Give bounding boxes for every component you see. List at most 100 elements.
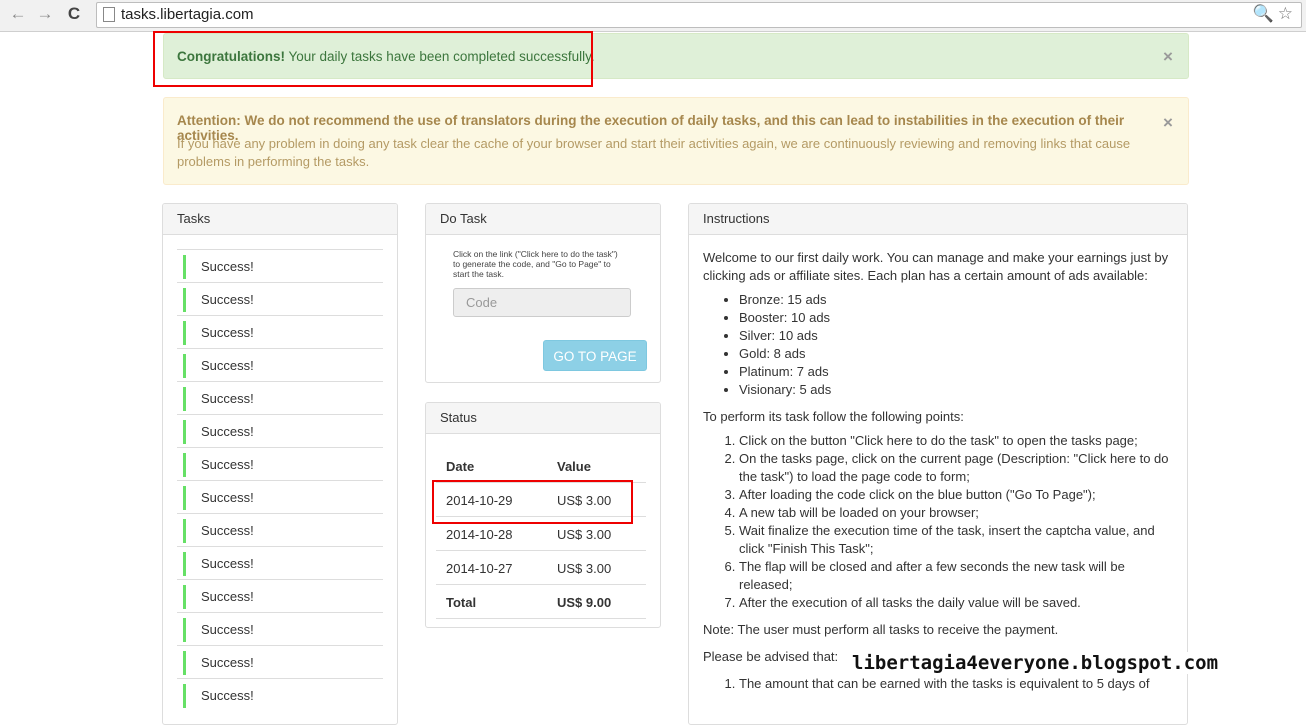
status-bar [183,321,186,345]
task-list-item[interactable]: Success! [177,381,383,414]
task-status-text: Success! [201,358,254,373]
go-to-page-button[interactable]: GO TO PAGE [543,340,647,371]
reload-icon[interactable]: C [63,3,85,25]
plan-item: Booster: 10 ads [739,309,1173,327]
step-item: After the execution of all tasks the dai… [739,594,1173,612]
status-heading: Status [426,403,660,434]
status-bar [183,519,186,543]
task-list-item[interactable]: Success! [177,480,383,513]
status-table: Date Value 2014-10-29 US$ 3.00 2014-10-2… [436,449,646,619]
total-label: Total [446,595,477,610]
task-status-text: Success! [201,523,254,538]
tasks-heading: Tasks [163,204,397,235]
close-icon[interactable]: × [1163,48,1173,65]
status-bar [183,651,186,675]
total-value: US$ 9.00 [557,595,612,610]
task-list-item[interactable]: Success! [177,348,383,381]
status-bar [183,552,186,576]
row-value: US$ 3.00 [557,527,612,542]
search-icon[interactable]: 🔍 [1253,4,1278,23]
instructions-panel: Instructions Welcome to our first daily … [688,203,1188,725]
plan-item: Bronze: 15 ads [739,291,1173,309]
task-list-item[interactable]: Success! [177,645,383,678]
step-item: Click on the button "Click here to do th… [739,432,1173,450]
tasks-panel: Tasks Success! Success! Success! Success! Su… [162,203,398,725]
instructions-heading: Instructions [689,204,1187,235]
task-status-text: Success! [201,325,254,340]
status-bar [183,387,186,411]
forward-arrow-icon[interactable]: → [34,3,56,25]
status-bar [183,585,186,609]
bookmark-star-icon[interactable]: ☆ [1278,4,1297,23]
task-status-text: Success! [201,391,254,406]
task-list-item[interactable]: Success! [177,612,383,645]
status-bar [183,684,186,708]
step-item: Wait finalize the execution time of the … [739,522,1173,558]
status-bar [183,486,186,510]
task-list-item[interactable]: Success! [177,513,383,546]
step-item: The flap will be closed and after a few … [739,558,1173,594]
do-task-instructions: Click on the link ("Click here to do the… [453,249,618,279]
page-icon [103,7,115,22]
omnibox-icons: 🔍☆ [1253,4,1297,24]
advised-item: The amount that can be earned with the t… [739,675,1173,693]
watermark: libertagia4everyone.blogspot.com [850,652,1221,674]
task-list-item[interactable]: Success! [177,678,383,711]
close-icon[interactable]: × [1163,114,1173,131]
task-status-text: Success! [201,457,254,472]
row-date: 2014-10-28 [446,527,513,542]
task-list-item[interactable]: Success! [177,579,383,612]
row-date: 2014-10-27 [446,561,513,576]
note-text: Note: The user must perform all tasks to… [703,622,1059,637]
status-bar [183,618,186,642]
do-task-panel: Do Task Click on the link ("Click here t… [425,203,661,383]
back-arrow-icon[interactable]: ← [7,3,29,25]
task-status-text: Success! [201,688,254,703]
task-list-item[interactable]: Success! [177,249,383,282]
task-list-item[interactable]: Success! [177,447,383,480]
task-status-text: Success! [201,655,254,670]
status-bar [183,288,186,312]
task-list-item[interactable]: Success! [177,282,383,315]
address-bar[interactable]: tasks.libertagia.com 🔍☆ [96,2,1302,28]
do-task-heading: Do Task [426,204,660,235]
table-row: 2014-10-27 US$ 3.00 [436,550,646,584]
column-header-date: Date [446,459,475,474]
task-status-text: Success! [201,259,254,274]
status-bar [183,354,186,378]
table-total-row: Total US$ 9.00 [436,584,646,619]
task-list-item[interactable]: Success! [177,546,383,579]
task-list-item[interactable]: Success! [177,315,383,348]
status-bar [183,255,186,279]
warning-body: If you have any problem in doing any tas… [177,136,1131,169]
status-bar [183,420,186,444]
row-value: US$ 3.00 [557,561,612,576]
code-input[interactable]: Code [453,288,631,317]
instructions-body: Welcome to our first daily work. You can… [703,249,1173,702]
highlight-box [153,31,593,87]
plan-item: Platinum: 7 ads [739,363,1173,381]
browser-toolbar: ← → C tasks.libertagia.com 🔍☆ [0,0,1306,32]
column-header-value: Value [557,459,591,474]
step-item: A new tab will be loaded on your browser… [739,504,1173,522]
steps-list: Click on the button "Click here to do th… [703,432,1173,612]
task-status-text: Success! [201,556,254,571]
task-status-text: Success! [201,424,254,439]
advised-list: The amount that can be earned with the t… [703,675,1173,693]
instructions-intro: Welcome to our first daily work. You can… [703,250,1169,283]
task-status-text: Success! [201,622,254,637]
warning-alert: Attention: We do not recommend the use o… [163,97,1189,185]
task-list-item[interactable]: Success! [177,414,383,447]
task-status-text: Success! [201,292,254,307]
task-status-text: Success! [201,490,254,505]
status-bar [183,453,186,477]
plans-list: Bronze: 15 ads Booster: 10 ads Silver: 1… [703,291,1173,399]
steps-intro: To perform its task follow the following… [703,409,964,424]
plan-item: Gold: 8 ads [739,345,1173,363]
task-status-text: Success! [201,589,254,604]
step-item: On the tasks page, click on the current … [739,450,1173,486]
plan-item: Silver: 10 ads [739,327,1173,345]
highlight-box [432,480,633,524]
task-list: Success! Success! Success! Success! Success!… [177,249,383,711]
url-text[interactable]: tasks.libertagia.com [121,6,254,23]
